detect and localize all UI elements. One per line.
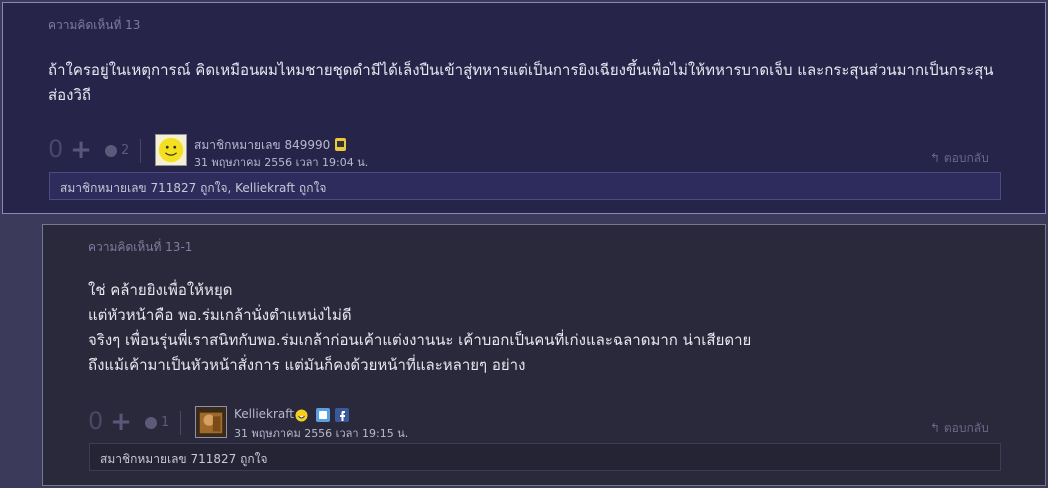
- comment-number: ความคิดเห็นที่ 13-1: [88, 240, 193, 254]
- timestamp: 31 พฤษภาคม 2556 เวลา 19:04 น.: [194, 156, 369, 169]
- twitter-icon[interactable]: [316, 408, 330, 422]
- reply-label: ตอบกลับ: [943, 421, 989, 435]
- comment-body: ใช่ คล้ายยิงเพื่อให้หยุด แต่หัวหน้าคือ พ…: [88, 278, 751, 378]
- comment-line: ใช่ คล้ายยิงเพื่อให้หยุด: [88, 281, 233, 299]
- member-badge-icon: [335, 138, 346, 151]
- comment-line: แต่หัวหน้าคือ พอ.ร่มเกล้านั่งตำแหน่งไม่ด…: [88, 306, 352, 324]
- comment-number: ความคิดเห็นที่ 13: [48, 18, 141, 32]
- comment-line: จริงๆ เพื่อนรุ่นพี่เราสนิทกับพอ.ร่มเกล้า…: [88, 331, 752, 349]
- facebook-icon[interactable]: [335, 408, 349, 422]
- divider: [140, 139, 141, 163]
- comment-13-1: ความคิดเห็นที่ 13-1 ใช่ คล้ายยิงเพื่อให้…: [42, 224, 1046, 486]
- likes-box: สมาชิกหมายเลข 711827 ถูกใจ: [89, 443, 1001, 471]
- comment-body: ถ้าใครอยู่ในเหตุการณ์ คิดเหมือนผมไหมชายช…: [48, 58, 994, 108]
- reply-label: ตอบกลับ: [943, 151, 989, 165]
- comment-line: ถ้าใครอยู่ในเหตุการณ์ คิดเหมือนผมไหมชายช…: [48, 61, 994, 79]
- reply-button[interactable]: ↰ ตอบกลับ: [930, 419, 989, 438]
- comment-13: ความคิดเห็นที่ 13 ถ้าใครอยู่ในเหตุการณ์ …: [2, 2, 1046, 214]
- emotion-icon[interactable]: [145, 417, 157, 429]
- comment-line: ถึงแม้เค้ามาเป็นหัวหน้าสั่งการ แต่มันก็ค…: [88, 356, 526, 374]
- emotion-count: 1: [161, 415, 170, 430]
- timestamp: 31 พฤษภาคม 2556 เวลา 19:15 น.: [234, 427, 409, 440]
- reply-arrow-icon: ↰: [930, 151, 941, 165]
- comment-line: ส่องวิถี: [48, 86, 91, 104]
- vote-count: 0: [88, 407, 104, 435]
- emotion-count: 2: [121, 143, 130, 158]
- plus-vote-button[interactable]: +: [70, 137, 92, 163]
- plus-icon: +: [70, 135, 92, 165]
- avatar[interactable]: [155, 134, 187, 166]
- reply-arrow-icon: ↰: [930, 421, 941, 435]
- divider: [180, 411, 181, 435]
- plus-vote-button[interactable]: +: [110, 409, 132, 435]
- smiley-badge-icon: [295, 409, 308, 422]
- plus-icon: +: [110, 407, 132, 437]
- avatar[interactable]: [195, 406, 227, 438]
- emotion-icon[interactable]: [105, 145, 117, 157]
- vote-count: 0: [48, 135, 64, 163]
- user-name-link[interactable]: Kelliekraft: [234, 407, 294, 421]
- reply-button[interactable]: ↰ ตอบกลับ: [930, 149, 989, 168]
- likes-box: สมาชิกหมายเลข 711827 ถูกใจ, Kelliekraft …: [49, 172, 1001, 200]
